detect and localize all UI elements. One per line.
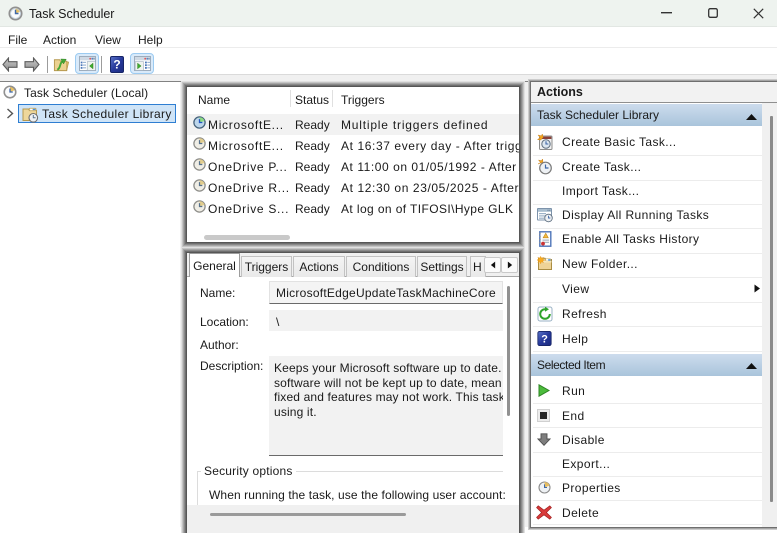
svg-text:?: ? xyxy=(113,58,120,72)
svg-text:?: ? xyxy=(541,333,548,345)
